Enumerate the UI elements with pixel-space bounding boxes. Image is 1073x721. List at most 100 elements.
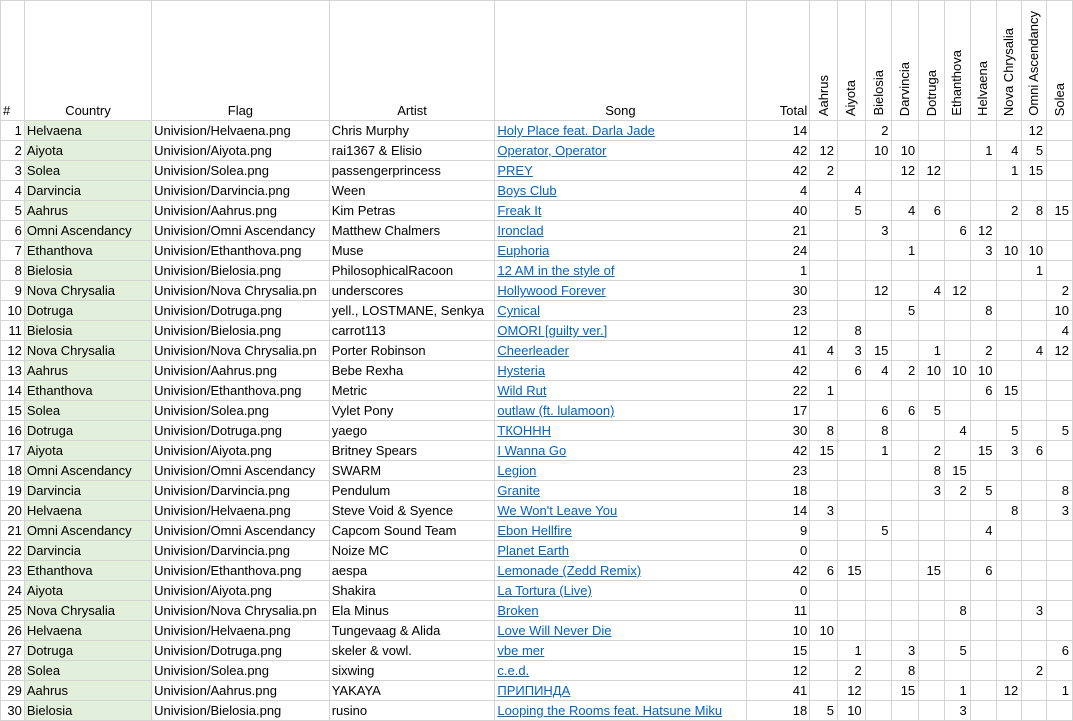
artist-cell[interactable]: SWARM bbox=[328, 460, 496, 481]
score-cell[interactable]: 12 bbox=[1046, 340, 1073, 361]
total-cell[interactable]: 10 bbox=[745, 620, 811, 641]
score-cell[interactable]: 2 bbox=[943, 480, 971, 501]
total-cell[interactable]: 42 bbox=[745, 440, 811, 461]
row-number-cell[interactable]: 13 bbox=[0, 360, 25, 381]
artist-cell[interactable]: Capcom Sound Team bbox=[328, 520, 496, 541]
song-cell[interactable]: Freak It bbox=[494, 200, 747, 221]
score-cell[interactable] bbox=[969, 160, 997, 181]
score-cell[interactable]: 15 bbox=[995, 380, 1023, 401]
artist-cell[interactable]: rusino bbox=[328, 700, 496, 721]
score-cell[interactable]: 6 bbox=[809, 560, 838, 581]
artist-cell[interactable]: Pendulum bbox=[328, 480, 496, 501]
song-cell[interactable]: Wild Rut bbox=[494, 380, 747, 401]
score-cell[interactable] bbox=[809, 600, 838, 621]
score-cell[interactable]: 5 bbox=[918, 400, 945, 421]
row-number-cell[interactable]: 9 bbox=[0, 280, 25, 301]
score-cell[interactable]: 8 bbox=[943, 600, 971, 621]
row-number-cell[interactable]: 2 bbox=[0, 140, 25, 161]
score-cell[interactable] bbox=[995, 220, 1023, 241]
score-cell[interactable] bbox=[1046, 660, 1073, 681]
score-cell[interactable] bbox=[809, 320, 838, 341]
country-cell[interactable]: Bielosia bbox=[23, 320, 153, 341]
country-cell[interactable]: Nova Chrysalia bbox=[23, 600, 153, 621]
score-cell[interactable] bbox=[969, 600, 997, 621]
row-number-cell[interactable]: 29 bbox=[0, 680, 25, 701]
score-cell[interactable] bbox=[995, 340, 1023, 361]
score-cell[interactable]: 10 bbox=[864, 140, 893, 161]
score-cell[interactable]: 5 bbox=[891, 300, 920, 321]
score-cell[interactable]: 3 bbox=[809, 500, 838, 521]
score-cell[interactable] bbox=[943, 340, 971, 361]
score-cell[interactable]: 5 bbox=[836, 200, 866, 221]
score-cell[interactable] bbox=[836, 480, 866, 501]
score-cell[interactable] bbox=[891, 120, 920, 141]
score-cell[interactable]: 15 bbox=[969, 440, 997, 461]
score-cell[interactable]: 1 bbox=[891, 240, 920, 261]
score-cell[interactable]: 1 bbox=[809, 380, 838, 401]
score-cell[interactable] bbox=[1046, 580, 1073, 601]
song-cell[interactable]: Hollywood Forever bbox=[494, 280, 747, 301]
score-cell[interactable] bbox=[969, 620, 997, 641]
score-cell[interactable] bbox=[836, 540, 866, 561]
country-cell[interactable]: Aiyota bbox=[23, 440, 153, 461]
header-voter-bielosia[interactable]: Bielosia bbox=[864, 0, 893, 121]
score-cell[interactable]: 5 bbox=[995, 420, 1023, 441]
score-cell[interactable]: 3 bbox=[836, 340, 866, 361]
row-number-cell[interactable]: 17 bbox=[0, 440, 25, 461]
row-number-cell[interactable]: 4 bbox=[0, 180, 25, 201]
score-cell[interactable]: 3 bbox=[1046, 500, 1073, 521]
total-cell[interactable]: 14 bbox=[745, 500, 811, 521]
score-cell[interactable] bbox=[809, 200, 838, 221]
flag-cell[interactable]: Univision/Darvincia.png bbox=[151, 180, 330, 201]
score-cell[interactable] bbox=[918, 120, 945, 141]
score-cell[interactable] bbox=[891, 340, 920, 361]
song-cell[interactable]: Operator, Operator bbox=[494, 140, 747, 161]
score-cell[interactable] bbox=[943, 560, 971, 581]
score-cell[interactable] bbox=[943, 200, 971, 221]
row-number-cell[interactable]: 10 bbox=[0, 300, 25, 321]
score-cell[interactable]: 2 bbox=[1021, 660, 1048, 681]
artist-cell[interactable]: Matthew Chalmers bbox=[328, 220, 496, 241]
score-cell[interactable] bbox=[891, 280, 920, 301]
score-cell[interactable] bbox=[809, 240, 838, 261]
score-cell[interactable] bbox=[995, 180, 1023, 201]
score-cell[interactable] bbox=[891, 420, 920, 441]
song-cell[interactable]: Holy Place feat. Darla Jade bbox=[494, 120, 747, 141]
score-cell[interactable]: 3 bbox=[864, 220, 893, 241]
header-total[interactable]: Total bbox=[745, 0, 811, 121]
score-cell[interactable] bbox=[836, 500, 866, 521]
score-cell[interactable]: 1 bbox=[918, 340, 945, 361]
score-cell[interactable]: 10 bbox=[809, 620, 838, 641]
score-cell[interactable] bbox=[836, 600, 866, 621]
score-cell[interactable]: 12 bbox=[969, 220, 997, 241]
flag-cell[interactable]: Univision/Ethanthova.png bbox=[151, 380, 330, 401]
score-cell[interactable] bbox=[864, 200, 893, 221]
score-cell[interactable] bbox=[809, 280, 838, 301]
score-cell[interactable]: 4 bbox=[1046, 320, 1073, 341]
total-cell[interactable]: 12 bbox=[745, 660, 811, 681]
score-cell[interactable]: 2 bbox=[836, 660, 866, 681]
row-number-cell[interactable]: 12 bbox=[0, 340, 25, 361]
score-cell[interactable] bbox=[943, 660, 971, 681]
score-cell[interactable] bbox=[918, 640, 945, 661]
header-voter-ethanthova[interactable]: Ethanthova bbox=[943, 0, 971, 121]
row-number-cell[interactable]: 14 bbox=[0, 380, 25, 401]
country-cell[interactable]: Solea bbox=[23, 400, 153, 421]
score-cell[interactable] bbox=[943, 380, 971, 401]
artist-cell[interactable]: Britney Spears bbox=[328, 440, 496, 461]
score-cell[interactable] bbox=[864, 500, 893, 521]
score-cell[interactable] bbox=[809, 360, 838, 381]
score-cell[interactable] bbox=[864, 300, 893, 321]
song-link[interactable]: Broken bbox=[497, 603, 538, 618]
artist-cell[interactable]: Shakira bbox=[328, 580, 496, 601]
flag-cell[interactable]: Univision/Helvaena.png bbox=[151, 120, 330, 141]
song-cell[interactable]: Boys Club bbox=[494, 180, 747, 201]
score-cell[interactable]: 12 bbox=[891, 160, 920, 181]
total-cell[interactable]: 41 bbox=[745, 680, 811, 701]
score-cell[interactable]: 3 bbox=[995, 440, 1023, 461]
score-cell[interactable]: 6 bbox=[836, 360, 866, 381]
total-cell[interactable]: 23 bbox=[745, 300, 811, 321]
score-cell[interactable] bbox=[995, 640, 1023, 661]
score-cell[interactable] bbox=[995, 540, 1023, 561]
header-voter-solea[interactable]: Solea bbox=[1046, 0, 1073, 121]
